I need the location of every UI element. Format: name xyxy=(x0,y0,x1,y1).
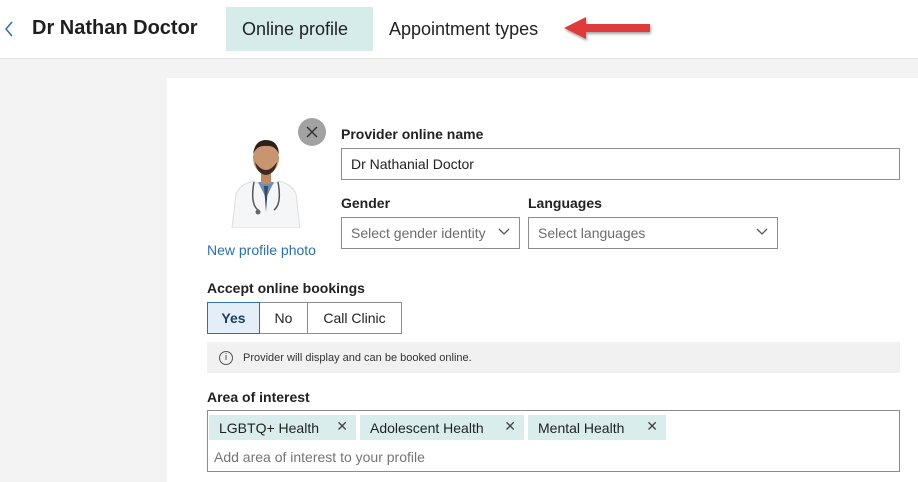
bookings-label: Accept online bookings xyxy=(207,280,365,296)
top-bar: Dr Nathan Doctor Online profile Appointm… xyxy=(0,0,918,59)
interest-label: Area of interest xyxy=(207,389,310,405)
chevron-down-icon xyxy=(498,228,510,235)
languages-placeholder: Select languages xyxy=(538,225,646,241)
interest-tag: LGBTQ+ Health ✕ xyxy=(209,415,356,440)
remove-photo-button[interactable] xyxy=(298,118,326,146)
annotation-arrow-icon xyxy=(564,17,650,39)
interest-tag-label: LGBTQ+ Health xyxy=(219,419,319,436)
info-icon: i xyxy=(219,350,233,365)
profile-photo xyxy=(231,140,301,228)
interest-tag: Mental Health ✕ xyxy=(528,415,666,440)
bookings-info-text: Provider will display and can be booked … xyxy=(243,351,472,364)
add-interest-input[interactable] xyxy=(214,449,874,465)
chevron-down-icon xyxy=(756,228,768,235)
remove-tag-icon[interactable]: ✕ xyxy=(336,419,348,435)
gender-placeholder: Select gender identity xyxy=(351,225,486,241)
new-profile-photo-link[interactable]: New profile photo xyxy=(207,242,316,258)
languages-label: Languages xyxy=(528,195,602,211)
interest-tag-input[interactable]: LGBTQ+ Health ✕ Adolescent Health ✕ Ment… xyxy=(207,410,900,472)
online-name-input[interactable]: Dr Nathanial Doctor xyxy=(341,148,900,180)
bookings-toggle-group: Yes No Call Clinic xyxy=(207,302,402,334)
bookings-info-banner: i Provider will display and can be booke… xyxy=(207,342,900,373)
online-name-label: Provider online name xyxy=(341,126,484,142)
languages-select[interactable]: Select languages xyxy=(528,217,778,249)
gender-label: Gender xyxy=(341,195,391,211)
remove-tag-icon[interactable]: ✕ xyxy=(504,419,516,435)
tab-appointment-types[interactable]: Appointment types xyxy=(373,7,554,51)
interest-tag: Adolescent Health ✕ xyxy=(360,415,524,440)
interest-tag-label: Mental Health xyxy=(538,419,625,436)
remove-tag-icon[interactable]: ✕ xyxy=(646,419,658,435)
back-chevron-icon[interactable] xyxy=(2,17,16,41)
online-name-value: Dr Nathanial Doctor xyxy=(351,156,474,172)
close-icon xyxy=(306,126,318,138)
interest-tag-label: Adolescent Health xyxy=(370,419,484,436)
bookings-call-clinic-button[interactable]: Call Clinic xyxy=(308,303,401,333)
tab-online-profile[interactable]: Online profile xyxy=(226,7,373,51)
gender-select[interactable]: Select gender identity xyxy=(341,217,520,249)
bookings-yes-button[interactable]: Yes xyxy=(207,302,260,334)
bookings-no-button[interactable]: No xyxy=(260,303,308,333)
page-title: Dr Nathan Doctor xyxy=(32,17,198,39)
